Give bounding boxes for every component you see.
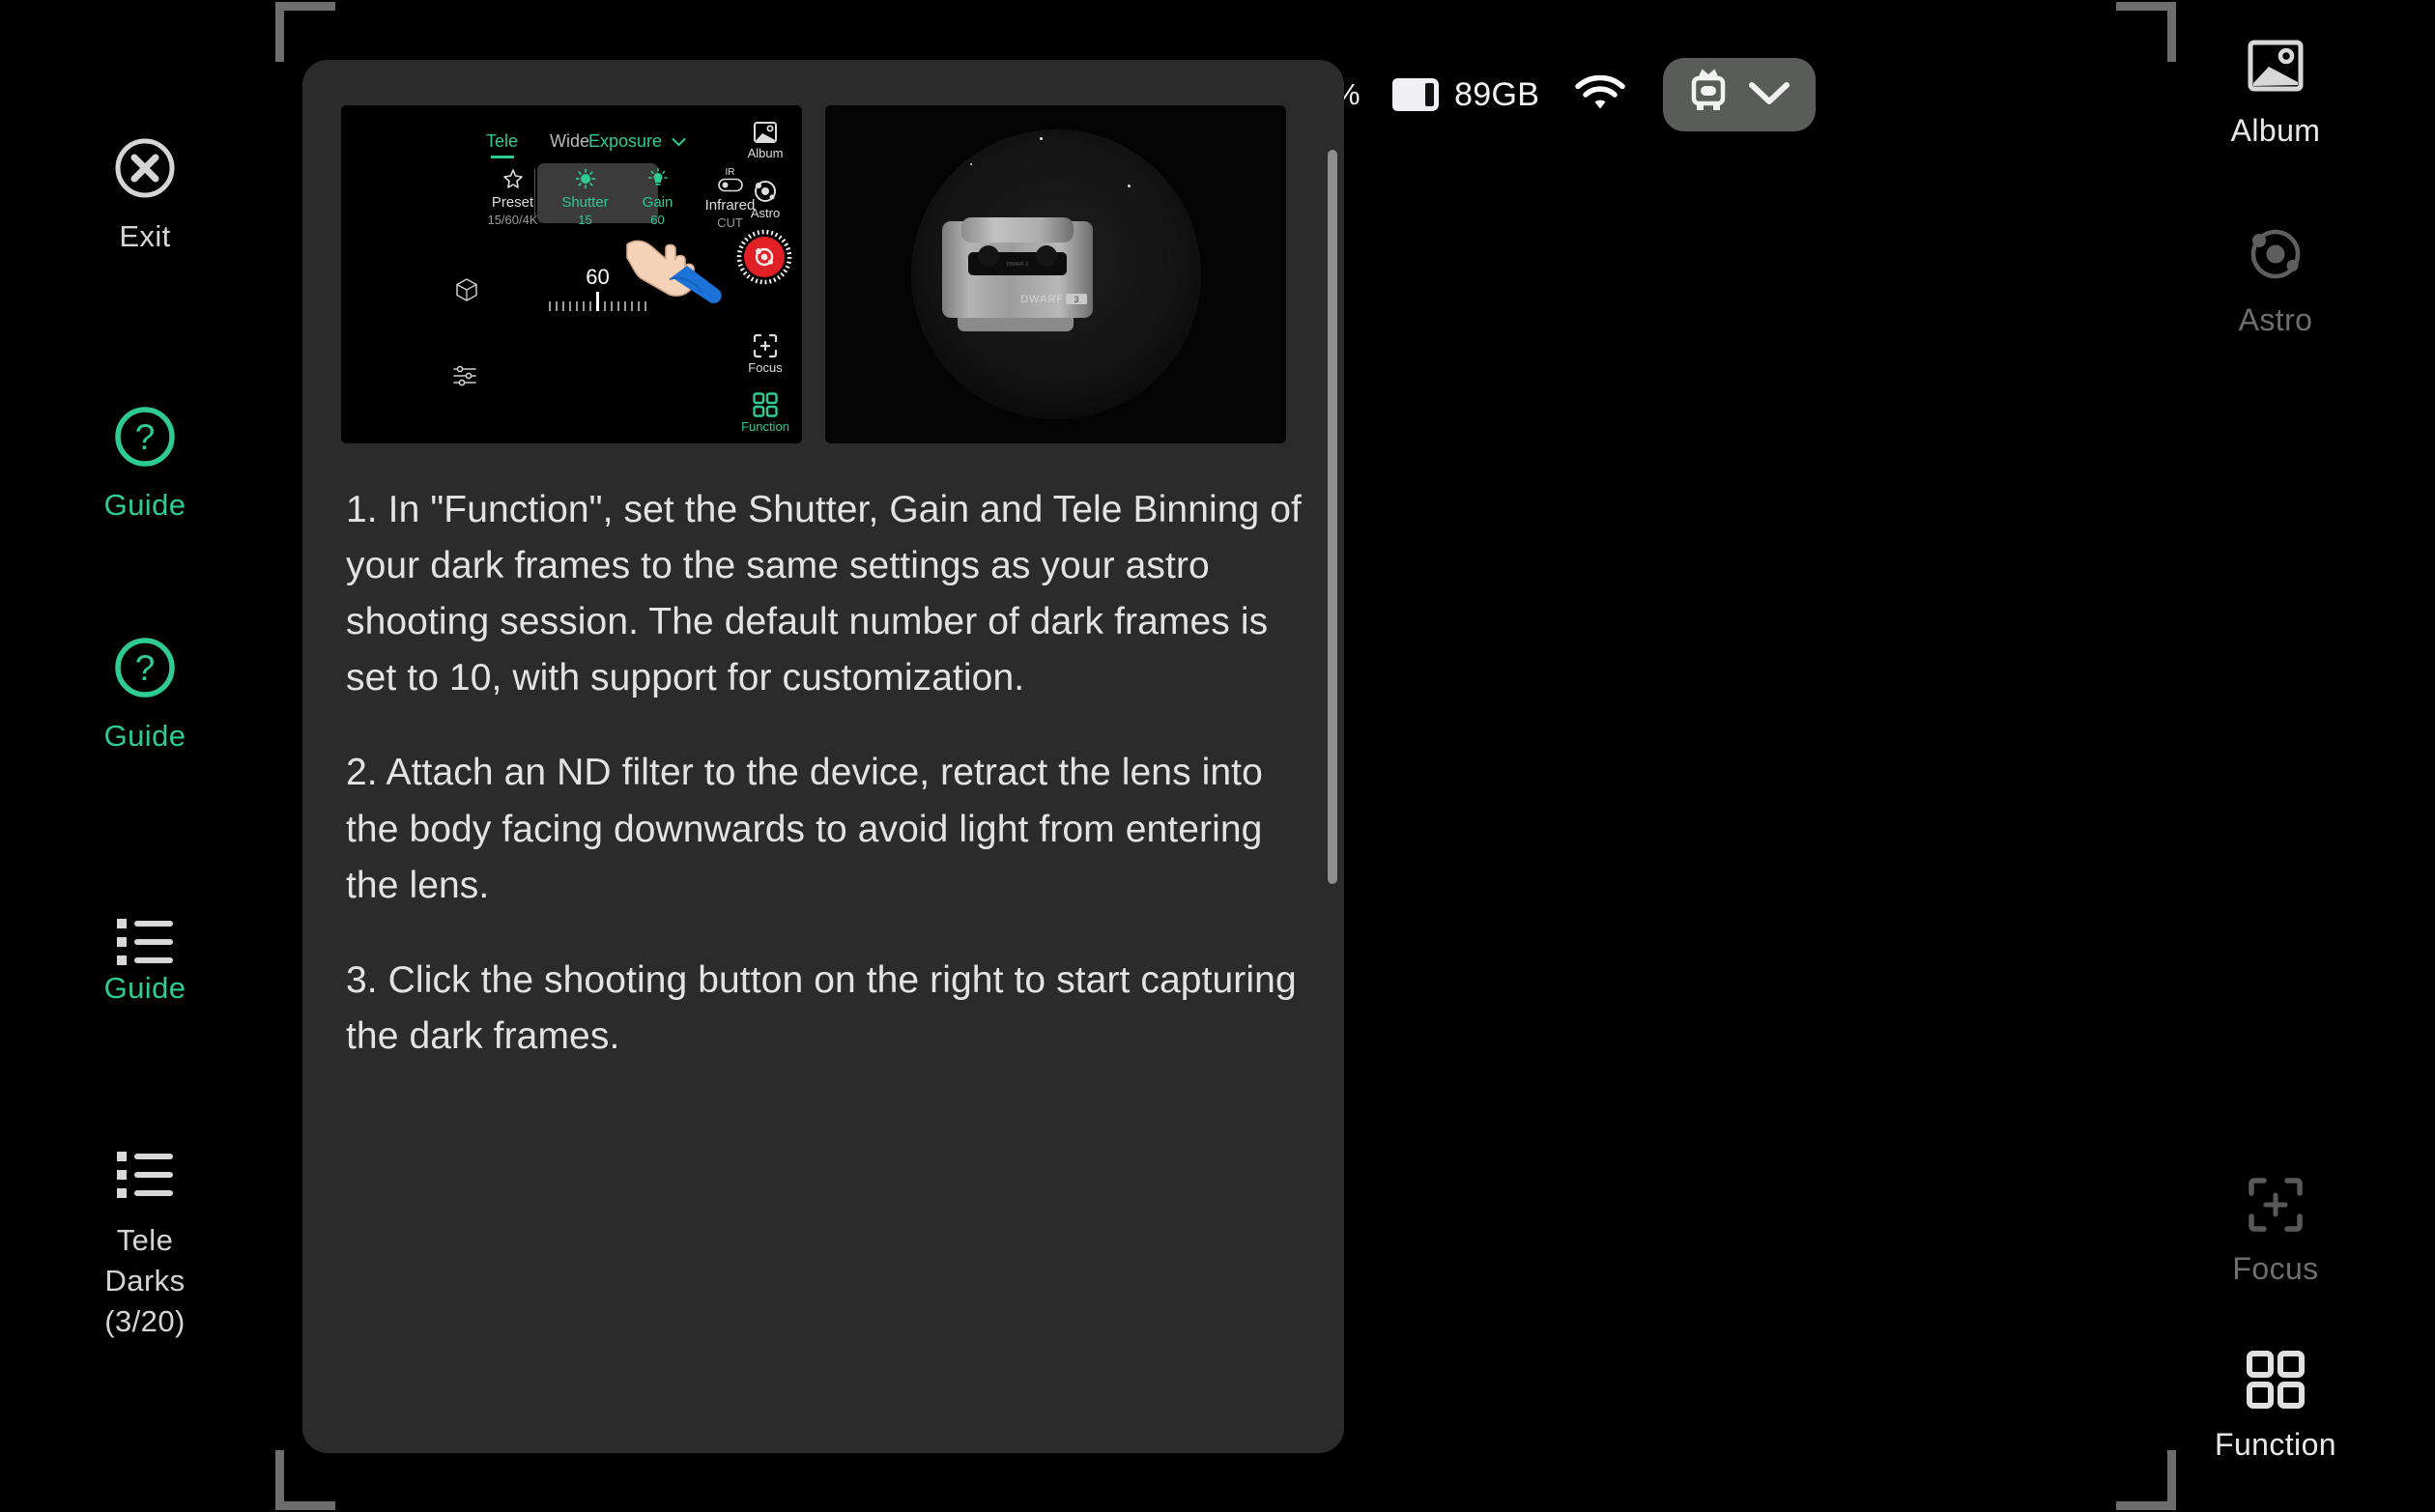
guide-dialog: Tele Wide Exposure Preset 15/60/4K Shutt… bbox=[302, 60, 1344, 1453]
sidebar-item-label-line2: Darks bbox=[104, 1263, 186, 1298]
sidebar-item-label: Exit bbox=[119, 219, 171, 253]
guide-paragraph-2: 2. Attach an ND filter to the device, re… bbox=[346, 752, 1263, 906]
guide-paragraph-3: 3. Click the shooting button on the righ… bbox=[346, 958, 1297, 1057]
guide-paragraph-1: 1. In "Function", set the Shutter, Gain … bbox=[346, 489, 1302, 699]
thumb-tab-tele: Tele bbox=[486, 131, 518, 158]
thumb-control-name: Preset bbox=[491, 194, 534, 211]
list-icon bbox=[113, 912, 177, 977]
dialog-scrollbar-thumb[interactable] bbox=[1328, 150, 1337, 884]
thumb-control-value: 15/60/4K bbox=[487, 213, 538, 227]
sidebar-item-guide-3[interactable]: Guide bbox=[0, 912, 290, 1005]
question-circle-icon: ? bbox=[112, 404, 178, 474]
sidebar-item-label-line1: Tele bbox=[116, 1223, 174, 1257]
sidebar-item-guide-2[interactable]: ? Guide bbox=[0, 635, 290, 756]
thumb-exposure-dropdown: Exposure bbox=[588, 131, 686, 152]
right-sidebar: Album Astro Focus Function bbox=[2116, 0, 2435, 1512]
album-label: Album bbox=[2230, 113, 2321, 148]
thumb-control-name: Shutter bbox=[561, 194, 609, 211]
svg-text:?: ? bbox=[135, 417, 156, 457]
function-label: Function bbox=[2215, 1427, 2336, 1462]
guide-text-body: 1. In "Function", set the Shutter, Gain … bbox=[302, 443, 1344, 1065]
function-button[interactable]: Function bbox=[2116, 1351, 2435, 1463]
sidebar-item-exit[interactable]: Exit bbox=[0, 135, 290, 256]
focus-frame-plus-icon bbox=[2248, 1178, 2304, 1237]
list-icon bbox=[113, 1145, 177, 1210]
thumb-side-label: Astro bbox=[750, 206, 781, 220]
question-circle-icon: ? bbox=[112, 635, 178, 705]
wifi-icon bbox=[1574, 74, 1626, 114]
grid-four-squares-icon bbox=[2247, 1351, 2305, 1412]
device-photo-thumbnail: DWARF 3 DWARF 3 bbox=[825, 105, 1286, 443]
astro-button[interactable]: Astro bbox=[2116, 224, 2435, 338]
thumb-album-button: Album bbox=[736, 121, 794, 160]
dialog-scrollbar[interactable] bbox=[1328, 99, 1337, 1414]
thumb-exposure-label: Exposure bbox=[587, 131, 662, 151]
thumb-settings-slider-icon bbox=[452, 364, 477, 387]
thumb-cube-icon bbox=[455, 277, 478, 302]
thumb-control-shutter: Shutter 15 bbox=[549, 168, 621, 227]
svg-text:3: 3 bbox=[1074, 295, 1078, 304]
storage-card-icon bbox=[1392, 78, 1440, 111]
focus-label: Focus bbox=[2232, 1251, 2319, 1286]
robot-crown-icon bbox=[1682, 64, 1734, 127]
status-bar: % 89GB bbox=[1333, 53, 1817, 136]
thumb-shutter-button bbox=[736, 229, 792, 285]
svg-text:?: ? bbox=[135, 648, 156, 688]
svg-text:DWARF 3: DWARF 3 bbox=[1006, 262, 1028, 268]
album-button[interactable]: Album bbox=[2116, 37, 2435, 149]
thumb-tabs: Tele Wide bbox=[486, 131, 589, 158]
thumb-side-label: Focus bbox=[748, 360, 783, 375]
astro-label: Astro bbox=[2238, 302, 2313, 337]
thumb-astro-button: Astro bbox=[736, 179, 794, 220]
dwarf-device-image: DWARF 3 DWARF 3 bbox=[940, 214, 1172, 349]
thumb-control-gain: Gain 60 bbox=[621, 168, 694, 227]
focus-button[interactable]: Focus bbox=[2116, 1177, 2435, 1287]
device-selector-button[interactable] bbox=[1663, 58, 1817, 131]
close-circle-icon bbox=[112, 135, 178, 206]
thumb-side-label: Album bbox=[747, 146, 784, 160]
image-icon bbox=[2247, 40, 2305, 99]
chevron-down-icon[interactable] bbox=[1744, 74, 1794, 116]
thumb-control-value: 15 bbox=[578, 213, 592, 227]
sidebar-item-label-line3: (3/20) bbox=[104, 1303, 186, 1338]
sidebar-item-label: Guide bbox=[103, 488, 186, 522]
thumb-side-label: Function bbox=[741, 419, 789, 434]
sidebar-item-label: Guide bbox=[103, 719, 186, 753]
ui-mock-thumbnail: Tele Wide Exposure Preset 15/60/4K Shutt… bbox=[341, 105, 802, 443]
left-sidebar: Exit ? Guide ? Guide Guide Tele Darks (3… bbox=[0, 0, 290, 1512]
sidebar-item-tele-darks[interactable]: Tele Darks (3/20) bbox=[0, 1145, 290, 1340]
device-brand-text: DWARF bbox=[1020, 294, 1064, 305]
thumb-control-preset: Preset 15/60/4K bbox=[476, 168, 549, 227]
sidebar-item-guide-1[interactable]: ? Guide bbox=[0, 404, 290, 525]
thumb-control-name: Gain bbox=[642, 194, 673, 211]
storage-free-label: 89GB bbox=[1454, 75, 1540, 113]
guide-thumbnails: Tele Wide Exposure Preset 15/60/4K Shutt… bbox=[302, 60, 1344, 443]
astro-orbit-icon bbox=[2246, 229, 2306, 288]
thumb-focus-button: Focus bbox=[736, 333, 794, 375]
chevron-down-icon bbox=[672, 131, 686, 152]
thumb-function-button: Function bbox=[736, 392, 794, 434]
pointing-hand-icon bbox=[621, 219, 728, 306]
thumb-tab-wide: Wide bbox=[550, 131, 590, 151]
